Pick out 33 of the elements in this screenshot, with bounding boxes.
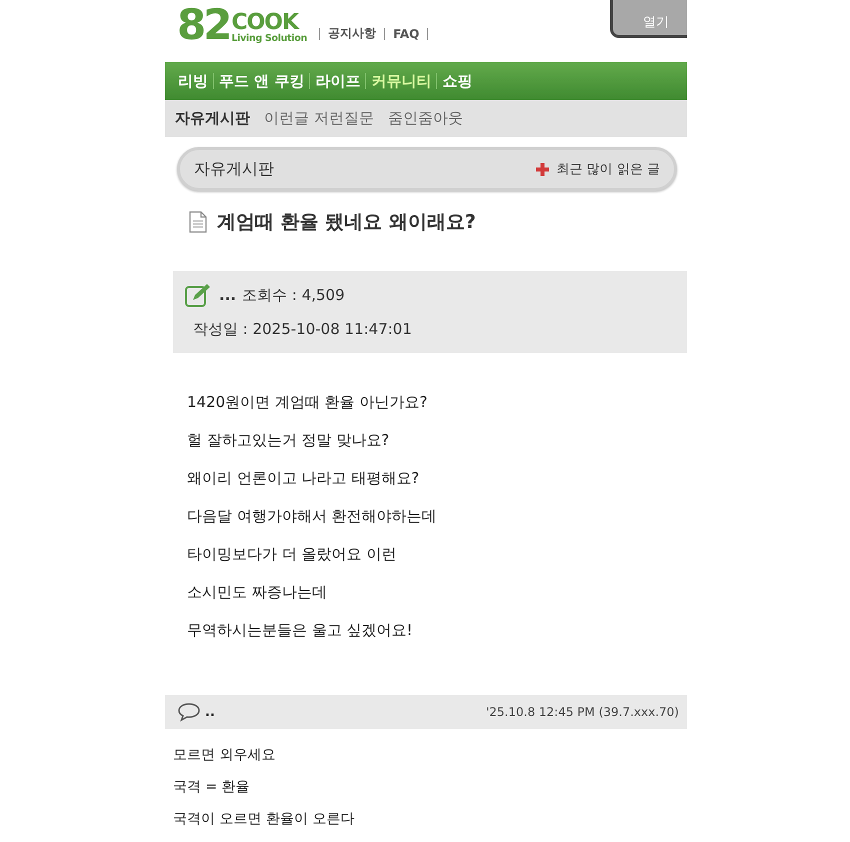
- comment-author: ..: [205, 704, 215, 720]
- comment-timestamp: '25.10.8 12:45 PM (39.7.xxx.70): [486, 705, 679, 719]
- post-date: 작성일 : 2025-10-08 11:47:01: [192, 318, 413, 340]
- header-link[interactable]: 공지사항: [328, 25, 376, 42]
- post-text: 소시민도 짜증나는데: [187, 582, 328, 603]
- post-text: 타이밍보다가 더 올랐어요 이런: [187, 544, 398, 565]
- plus-icon: [536, 162, 549, 176]
- login-button[interactable]: 열기: [610, 0, 687, 38]
- nav-tab[interactable]: 리빙: [173, 72, 213, 90]
- subnav-tab[interactable]: 이런글 저런질문: [264, 109, 374, 128]
- post-text: 왜이리 언론이고 나라고 태평해요?: [187, 468, 420, 489]
- speech-bubble-icon: [177, 702, 201, 722]
- comment-text: 국격이 오르면 환율이 오른다: [173, 810, 356, 829]
- post-text: 다음달 여행가야해서 환전해야하는데: [187, 506, 438, 527]
- comment-text: 모르면 외우세요: [173, 746, 276, 765]
- header-link[interactable]: FAQ: [393, 26, 420, 40]
- post-text: 헐 잘하고있는거 정말 맞나요?: [187, 430, 390, 451]
- subnav-tab[interactable]: 자유게시판: [175, 109, 250, 128]
- document-icon: [189, 211, 207, 233]
- view-count: 조회수 : 4,509: [242, 286, 345, 304]
- board-title: 자유게시판: [194, 158, 274, 180]
- edit-icon: [185, 283, 213, 307]
- subnav-tab[interactable]: 줌인줌아웃: [388, 109, 463, 128]
- nav-tab[interactable]: 라이프: [310, 72, 366, 90]
- comment-text: 국격 = 환율: [173, 778, 251, 797]
- post-text: 1420원이면 계엄때 환율 아닌가요?: [187, 392, 428, 413]
- nav-tab[interactable]: 푸드 앤 쿠킹: [214, 72, 310, 90]
- post-author: ...: [219, 286, 236, 304]
- popular-posts-link[interactable]: 최근 많이 읽은 글: [536, 160, 660, 178]
- nav-tab[interactable]: 커뮤니티: [366, 72, 436, 90]
- post-title: 계엄때 환율 됐네요 왜이래요?: [217, 210, 476, 235]
- nav-tab[interactable]: 쇼핑: [437, 72, 478, 90]
- post-text: 무역하시는분들은 울고 싶겠어요!: [187, 620, 414, 641]
